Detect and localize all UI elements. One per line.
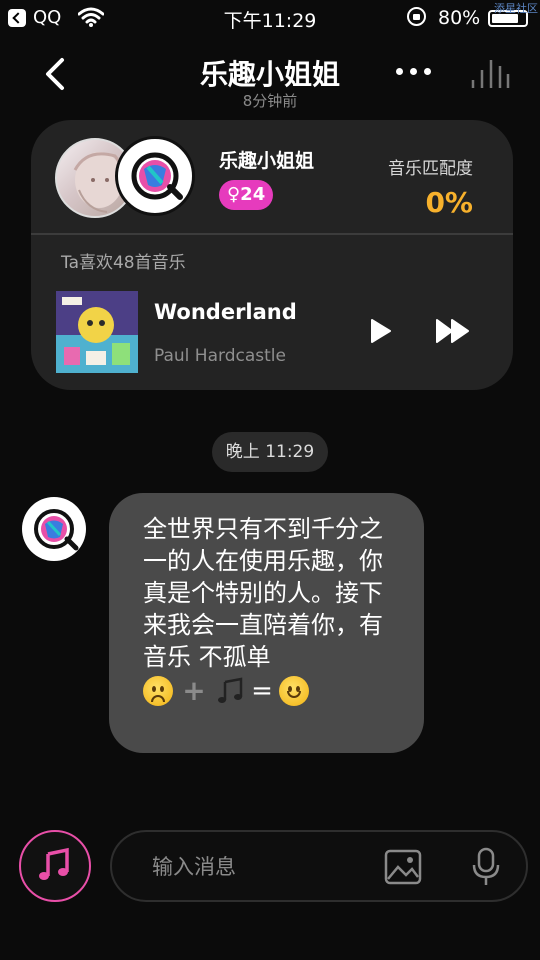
music-note-icon bbox=[39, 847, 69, 880]
nav-bar: 乐趣小姐姐 8分钟前 bbox=[0, 44, 540, 114]
battery-percent: 80% bbox=[438, 7, 481, 29]
message-text: 全世界只有不到千分之一的人在使用乐趣，你真是个特别的人。接下来我会一直陪着你，有… bbox=[143, 515, 383, 671]
equalizer-icon[interactable] bbox=[470, 58, 510, 88]
album-art[interactable] bbox=[56, 291, 138, 373]
watermark: 添星社区 bbox=[494, 2, 538, 15]
plus-icon: + bbox=[182, 674, 206, 707]
equals-icon: = bbox=[251, 676, 273, 706]
message-input-container bbox=[110, 830, 528, 902]
profile-card[interactable]: 乐趣小姐姐 ♀24 音乐匹配度 0% Ta喜欢48首音乐 Wonderland … bbox=[31, 120, 513, 390]
frowning-face-icon bbox=[143, 676, 173, 706]
orientation-lock-icon bbox=[407, 7, 426, 26]
music-share-button[interactable] bbox=[19, 830, 91, 902]
match-value: 0% bbox=[425, 186, 473, 219]
message-input[interactable] bbox=[152, 852, 372, 882]
smiling-face-icon bbox=[279, 676, 309, 706]
profile-name: 乐趣小姐姐 bbox=[219, 150, 315, 172]
gender-age-badge: ♀24 bbox=[219, 180, 274, 210]
message-emoji-row: + = bbox=[143, 675, 390, 707]
liked-songs-count[interactable]: Ta喜欢48首音乐 bbox=[61, 248, 186, 273]
song-title[interactable]: Wonderland bbox=[154, 300, 297, 324]
match-label: 音乐匹配度 bbox=[388, 159, 473, 179]
sender-avatar[interactable] bbox=[22, 497, 86, 561]
status-bar: QQ 下午11:29 80% 添星社区 bbox=[0, 0, 540, 36]
microphone-icon[interactable] bbox=[470, 847, 502, 887]
card-divider bbox=[31, 233, 513, 235]
musical-notes-icon bbox=[218, 677, 243, 703]
last-active-text: 8分钟前 bbox=[242, 92, 298, 110]
page-title: 乐趣小姐姐 bbox=[199, 58, 340, 91]
fast-forward-icon[interactable] bbox=[435, 318, 471, 344]
chat-time-divider: 晚上 11:29 bbox=[212, 432, 328, 472]
more-options-icon[interactable] bbox=[396, 68, 434, 78]
image-icon[interactable] bbox=[384, 849, 422, 885]
song-artist[interactable]: Paul Hardcastle bbox=[154, 346, 286, 366]
app-logo-avatar[interactable] bbox=[115, 136, 195, 216]
play-icon[interactable] bbox=[369, 318, 393, 344]
message-bubble[interactable]: 全世界只有不到千分之一的人在使用乐趣，你真是个特别的人。接下来我会一直陪着你，有… bbox=[109, 493, 424, 753]
